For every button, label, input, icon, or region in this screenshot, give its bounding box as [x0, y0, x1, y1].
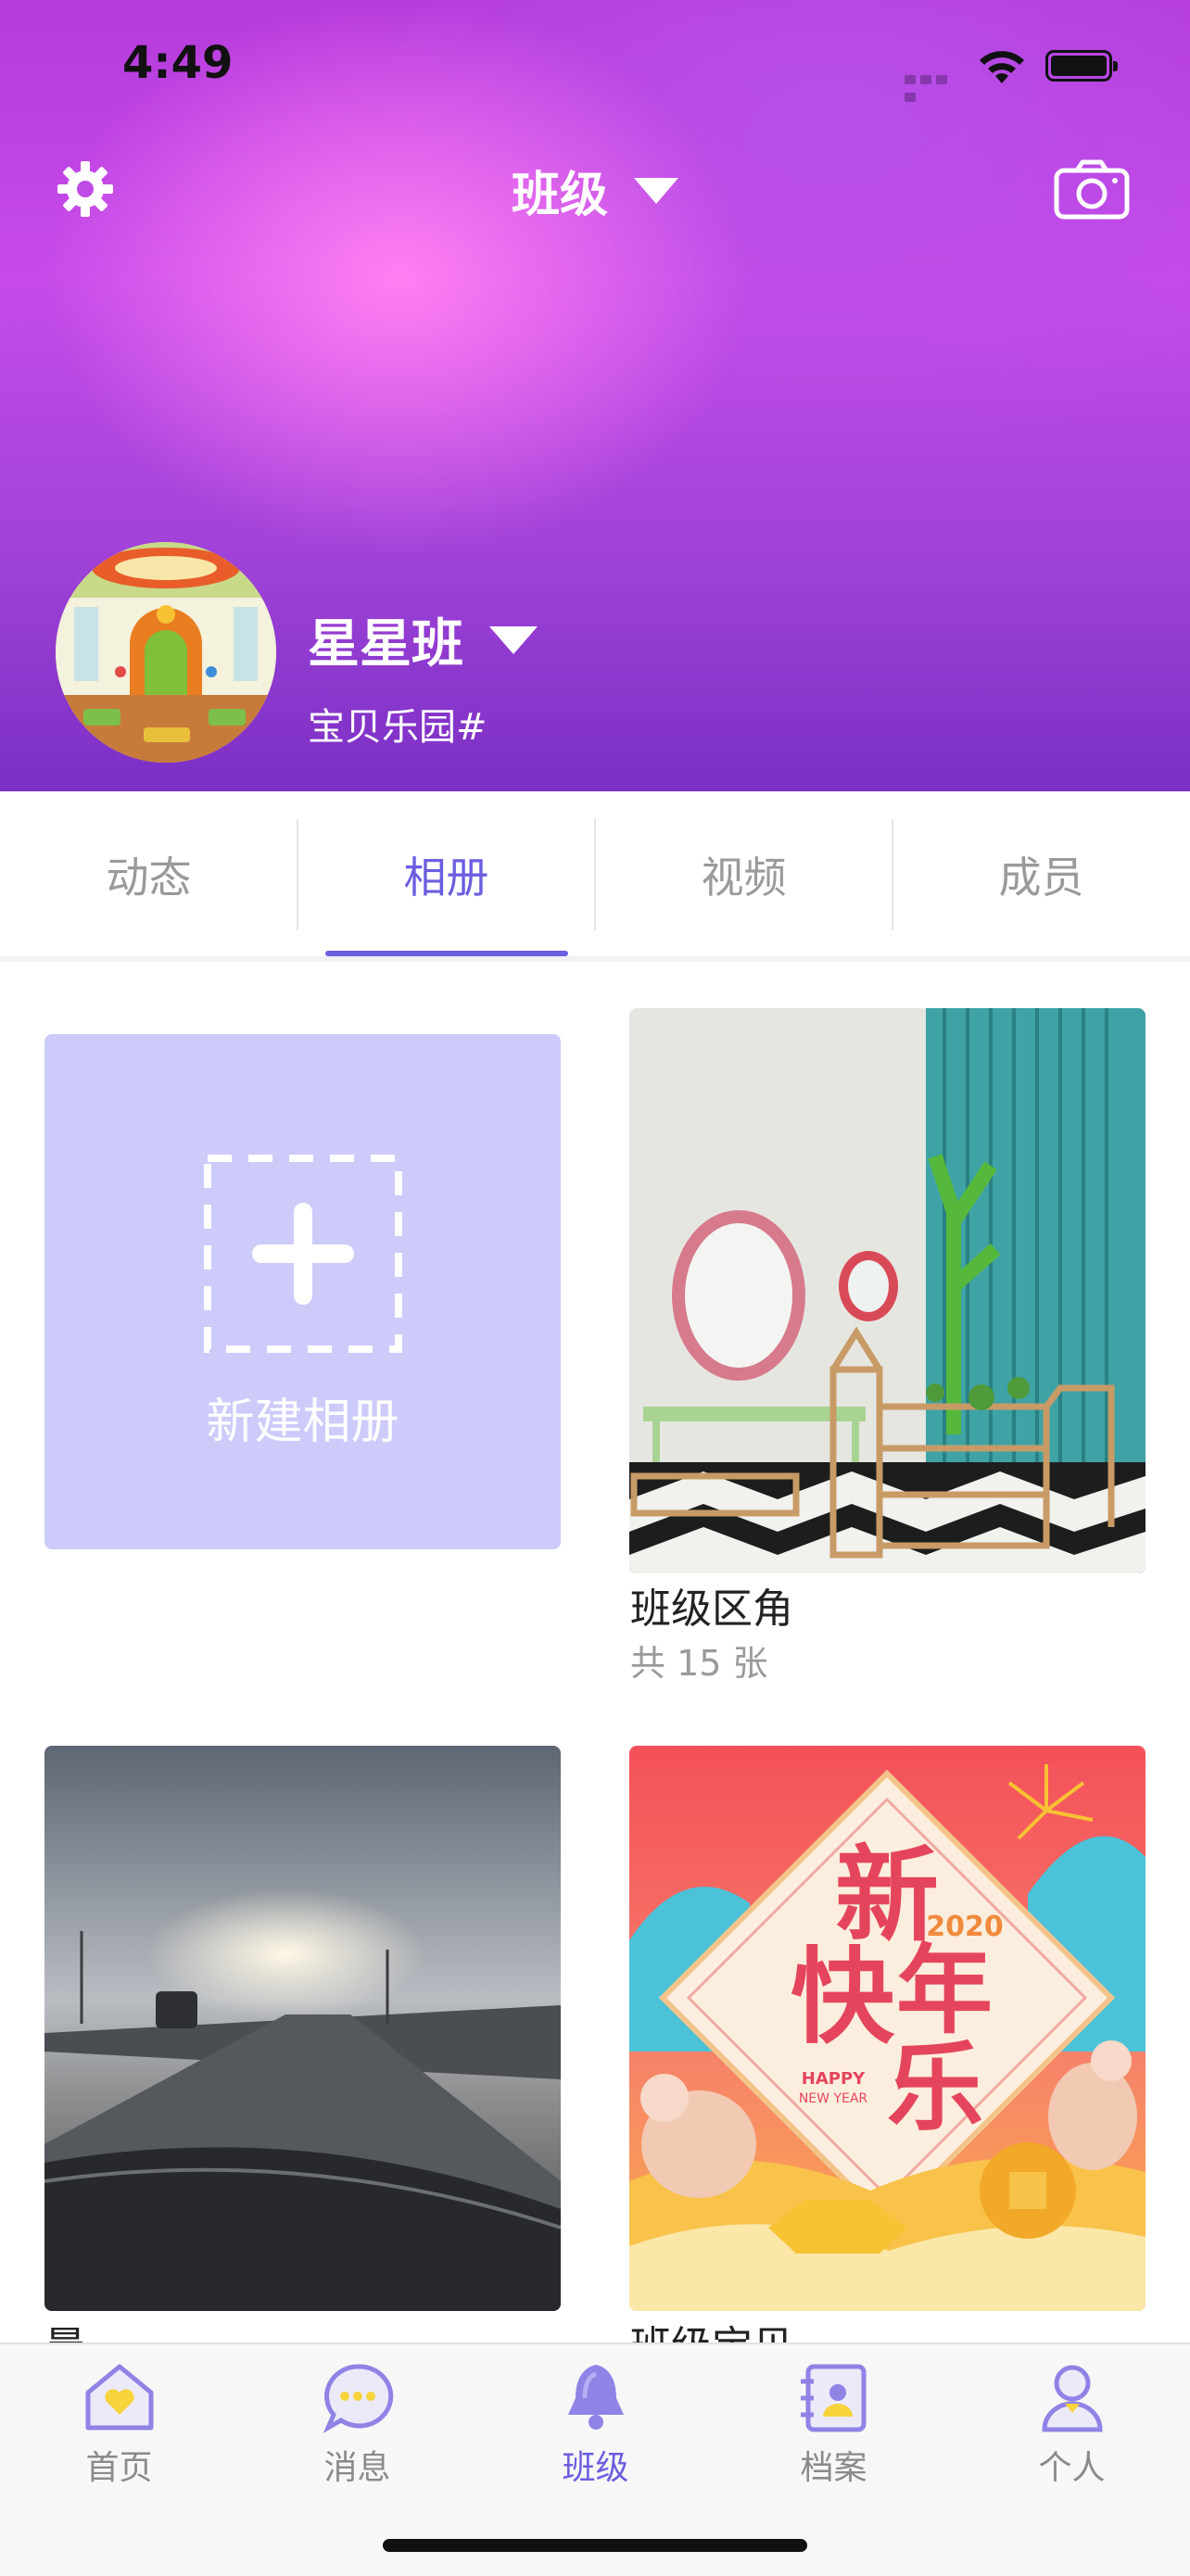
bell-icon	[567, 2365, 624, 2430]
tab-albums[interactable]: 相册	[298, 791, 595, 958]
tabbar-item-records[interactable]: 档案	[715, 2361, 953, 2500]
add-album-icon	[204, 1155, 402, 1353]
svg-text:快: 快	[791, 1938, 895, 2058]
tabbar-label: 班级	[562, 2449, 629, 2487]
camera-icon[interactable]	[1053, 159, 1131, 221]
album-cover-class-corner[interactable]	[629, 1008, 1146, 1573]
tab-members[interactable]: 成员	[892, 791, 1190, 958]
svg-text:乐: 乐	[887, 2031, 983, 2144]
home-indicator	[383, 2539, 807, 2552]
divider	[0, 956, 1190, 962]
album-cover-image	[629, 1008, 1146, 1573]
svg-text:2020: 2020	[926, 1911, 1004, 1943]
svg-text:HAPPY: HAPPY	[802, 2069, 866, 2089]
svg-text:NEW YEAR: NEW YEAR	[799, 2091, 868, 2106]
signal-icon	[905, 70, 966, 102]
tabbar-item-me[interactable]: 个人	[953, 2361, 1190, 2500]
album-cover-morning[interactable]	[44, 1746, 561, 2311]
tabbar-label: 首页	[85, 2449, 153, 2487]
album-title: 班级区角	[630, 1585, 793, 1633]
tab-moments[interactable]: 动态	[0, 791, 298, 958]
class-avatar[interactable]	[56, 542, 276, 763]
person-icon	[1041, 2365, 1103, 2432]
message-icon	[323, 2364, 393, 2433]
new-album-button[interactable]: 新建相册	[44, 1034, 561, 1549]
home-icon	[85, 2364, 153, 2431]
class-name-switcher[interactable]: 星星班	[308, 602, 538, 677]
battery-icon	[1045, 50, 1118, 82]
album-cover-class-babies[interactable]: 新 快 年 乐 2020 HAPPY NEW YEAR	[629, 1746, 1146, 2311]
page-title: 班级	[511, 168, 608, 223]
tabbar-label: 档案	[800, 2449, 867, 2487]
class-switcher[interactable]: 班级	[0, 156, 1190, 225]
dropdown-arrow-icon	[634, 177, 678, 204]
tabbar-item-home[interactable]: 首页	[0, 2361, 238, 2500]
profile-card-icon	[800, 2364, 866, 2432]
album-cover-image: 新 快 年 乐 2020 HAPPY NEW YEAR	[629, 1746, 1146, 2311]
new-album-label: 新建相册	[206, 1395, 399, 1450]
status-time: 4:49	[122, 37, 234, 89]
album-cover-image	[44, 1746, 561, 2311]
tab-videos[interactable]: 视频	[595, 791, 892, 958]
tabbar-label: 个人	[1038, 2449, 1106, 2487]
class-name: 星星班	[308, 614, 463, 675]
tabbar-item-class[interactable]: 班级	[476, 2361, 715, 2500]
class-header: 4:49 班级 星星班 宝贝乐园#	[0, 0, 1190, 791]
school-name: 宝贝乐园#	[308, 706, 487, 749]
svg-text:年: 年	[896, 1934, 993, 2047]
tabbar-label: 消息	[323, 2449, 391, 2487]
album-count: 共 15 张	[630, 1643, 768, 1684]
dropdown-arrow-icon	[489, 625, 538, 654]
content-tabs: 动态 相册 视频 成员	[0, 791, 1190, 958]
wifi-icon	[980, 51, 1024, 83]
tabbar-item-messages[interactable]: 消息	[238, 2361, 476, 2500]
